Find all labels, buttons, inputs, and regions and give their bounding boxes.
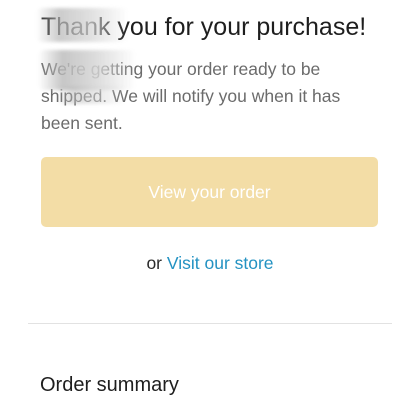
or-text: or — [146, 253, 162, 273]
order-summary-title: Order summary — [40, 374, 179, 396]
view-order-button[interactable]: View your order — [41, 157, 378, 227]
visit-store-link[interactable]: Visit our store — [167, 253, 274, 273]
shipping-status-message: We're getting your order ready to be shi… — [41, 59, 341, 133]
section-divider — [28, 323, 392, 324]
thank-you-heading: Thank you for your purchase! — [41, 13, 367, 41]
visit-store-line: or Visit our store — [0, 251, 420, 275]
